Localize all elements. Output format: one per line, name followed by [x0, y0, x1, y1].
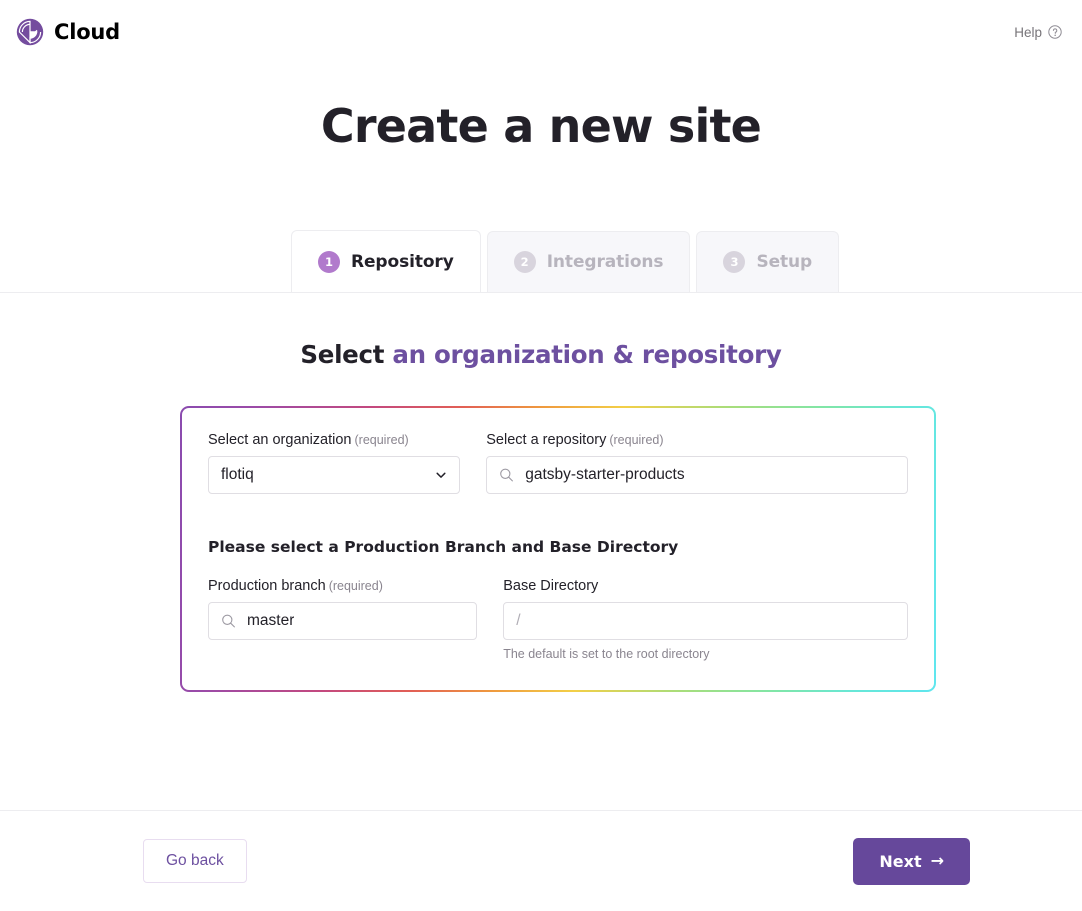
repository-search-input[interactable]: gatsby-starter-products — [486, 456, 908, 494]
organization-required-note: (required) — [354, 433, 409, 447]
tab-integrations-badge: 2 — [513, 251, 536, 273]
go-back-button[interactable]: Go back — [143, 839, 247, 883]
wizard-footer: Go back Next → — [0, 811, 1082, 911]
production-branch-subsection-title: Please select a Production Branch and Ba… — [208, 538, 679, 556]
tab-repository-badge: 1 — [318, 250, 340, 273]
page-title: Create a new site — [320, 99, 762, 153]
tab-integrations-label: Integrations — [546, 252, 664, 272]
create-site-page: Cloud Help Create a new site 1 Repositor… — [0, 0, 1082, 911]
brand-name: Cloud — [54, 20, 121, 44]
app-header: Cloud Help — [0, 0, 1082, 64]
organization-select-value: flotiq — [221, 466, 254, 483]
field-organization: Select an organization (required) flotiq — [208, 432, 461, 494]
field-base-directory: Base Directory / The default is set to t… — [503, 578, 908, 661]
next-button-label: Next — [879, 851, 922, 871]
production-branch-label-text: Production branch — [208, 578, 326, 594]
arrow-right-icon: → — [930, 851, 944, 870]
field-production-branch: Production branch (required) master — [208, 578, 478, 661]
section-heading: Select an organization & repository — [0, 339, 1082, 371]
question-circle-icon — [1048, 25, 1062, 39]
production-branch-label: Production branch (required) — [208, 578, 477, 594]
form-row-branch: Production branch (required) master Base… — [208, 578, 908, 661]
base-directory-input-placeholder: / — [516, 612, 521, 629]
wizard-tabs-bar: 1 Repository 2 Integrations 3 Setup — [0, 230, 1082, 293]
tab-integrations[interactable]: 2 Integrations — [486, 231, 691, 292]
production-branch-required-note: (required) — [328, 579, 383, 593]
repository-input-value: gatsby-starter-products — [525, 466, 685, 483]
help-label: Help — [1014, 24, 1042, 40]
brand[interactable]: Cloud — [16, 18, 120, 46]
section-heading-accent: an organization & repository — [392, 340, 782, 369]
repository-required-note: (required) — [609, 433, 664, 447]
tab-repository-label: Repository — [351, 251, 454, 272]
field-repository: Select a repository (required) gatsby-sta… — [486, 432, 908, 494]
tab-setup-label: Setup — [756, 252, 813, 272]
base-directory-help-text: The default is set to the root directory — [503, 647, 710, 661]
tab-setup-badge: 3 — [723, 251, 746, 273]
organization-select[interactable]: flotiq — [208, 456, 461, 494]
form-row-selection: Select an organization(required) flotiq — [208, 432, 908, 494]
production-branch-search-input[interactable]: master — [208, 602, 478, 640]
repository-form: Select an organization(required) flotiq — [182, 408, 934, 690]
wizard-tabs: 1 Repository 2 Integrations 3 Setup — [291, 230, 840, 292]
base-directory-input[interactable]: / — [503, 602, 908, 640]
tab-setup[interactable]: 3 Setup — [696, 231, 840, 292]
repository-label-text: Select a repository — [486, 432, 607, 448]
base-directory-label: Base Directory — [503, 578, 908, 594]
base-directory-label-text: Base Directory — [503, 578, 599, 594]
repository-label: Select a repository (required) — [486, 432, 908, 448]
section-heading-prefix: Select — [300, 340, 393, 369]
repository-form-card: Select an organization(required) flotiq — [180, 406, 936, 692]
help-link[interactable]: Help — [1014, 25, 1062, 40]
organization-label-text: Select an organization — [208, 432, 352, 448]
gatsby-logo-icon — [16, 18, 44, 46]
next-button[interactable]: Next → — [853, 837, 970, 885]
organization-label: Select an organization (required) — [208, 432, 460, 448]
tab-repository[interactable]: 1 Repository — [291, 230, 481, 292]
